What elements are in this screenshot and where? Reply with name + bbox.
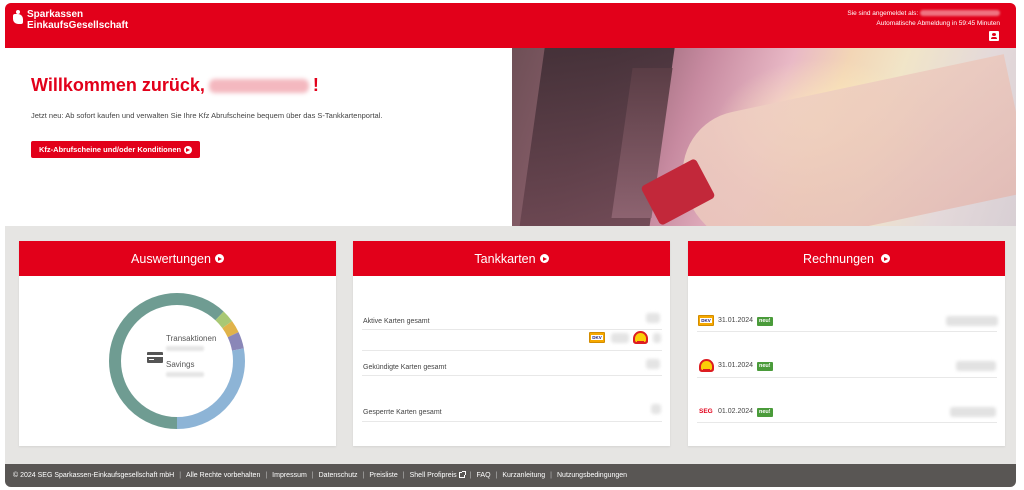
app-frame: Sparkassen EinkaufsGesellschaft Sie sind… xyxy=(5,3,1016,487)
transactions-value-redacted xyxy=(166,346,204,351)
user-icon[interactable] xyxy=(989,31,999,41)
savings-label: Savings xyxy=(166,360,195,369)
circle-arrow-right-icon xyxy=(539,254,549,263)
cancelled-cards-label: Gekündigte Karten gesamt xyxy=(363,364,447,371)
footer-copyright: © 2024 SEG Sparkassen-Einkaufsgesellscha… xyxy=(13,472,175,479)
intro-text: Jetzt neu: Ab sofort kaufen und verwalte… xyxy=(31,111,383,120)
abrufscheine-button[interactable]: Kfz-Abrufscheine und/oder Konditionen xyxy=(31,141,201,158)
dkv-logo: DKV xyxy=(589,332,605,343)
circle-arrow-right-icon xyxy=(214,254,224,263)
footer-link-preisliste[interactable]: Preisliste xyxy=(369,472,397,479)
footer-link-nutzungsbedingungen[interactable]: Nutzungsbedingungen xyxy=(557,472,627,479)
savings-value-redacted xyxy=(166,372,204,377)
rechnungen-header[interactable]: Rechnungen xyxy=(688,241,1005,276)
footer-link-shell-profipreis[interactable]: Shell Profipreis xyxy=(410,471,466,479)
seg-logo: SEG xyxy=(699,408,713,415)
brand-line-2: EinkaufsGesellschaft xyxy=(27,20,129,31)
credit-card-icon xyxy=(147,352,163,363)
welcome-heading: Willkommen zurück,! xyxy=(31,75,319,95)
circle-arrow-right-icon xyxy=(880,254,890,263)
new-badge: neu! xyxy=(757,362,773,371)
top-bar: Sparkassen EinkaufsGesellschaft Sie sind… xyxy=(5,3,1016,48)
invoice-date: 31.01.2024 xyxy=(718,317,754,324)
auswertungen-header[interactable]: Auswertungen xyxy=(19,241,336,276)
footer-link-impressum[interactable]: Impressum xyxy=(272,472,307,479)
footer: © 2024 SEG Sparkassen-Einkaufsgesellscha… xyxy=(5,464,1016,487)
footer-link-datenschutz[interactable]: Datenschutz xyxy=(319,472,358,479)
invoice-amount-redacted xyxy=(956,361,996,371)
sparkassen-s-icon xyxy=(13,10,23,24)
hero-image-fuel-card xyxy=(512,48,1016,226)
circle-arrow-right-icon xyxy=(184,145,193,154)
panel-rechnungen: Rechnungen DKV 31.01.2024 neu! 31.01.202… xyxy=(688,241,1005,446)
sparkassen-logo[interactable]: Sparkassen EinkaufsGesellschaft xyxy=(13,9,128,31)
brand-line-1: Sparkassen xyxy=(27,9,84,20)
new-badge: neu! xyxy=(757,408,773,417)
active-cards-label: Aktive Karten gesamt xyxy=(363,318,430,325)
shell-logo xyxy=(699,359,714,373)
login-info: Sie sind angemeldet als: Automatische Ab… xyxy=(847,9,1000,29)
invoice-amount-redacted xyxy=(950,407,996,417)
external-link-icon xyxy=(458,471,466,479)
tankkarten-header[interactable]: Tankkarten xyxy=(353,241,670,276)
shell-count-redacted xyxy=(653,333,661,343)
blocked-cards-count-redacted xyxy=(651,404,661,414)
hero-section: Willkommen zurück,! Jetzt neu: Ab sofort… xyxy=(5,48,1016,226)
invoice-amount-redacted xyxy=(946,316,998,326)
cancelled-cards-count-redacted xyxy=(646,359,660,369)
dkv-count-redacted xyxy=(611,333,629,343)
auto-logout-text: Automatische Abmeldung in 59:45 Minuten xyxy=(876,20,1000,27)
shell-logo xyxy=(633,331,648,345)
dashboard-panels: Auswertungen Transaktionen Savings Tankk… xyxy=(5,226,1016,464)
username-redacted xyxy=(920,10,1000,17)
footer-link-kurzanleitung[interactable]: Kurzanleitung xyxy=(502,472,545,479)
transactions-label: Transaktionen xyxy=(166,334,217,343)
new-badge: neu! xyxy=(757,317,773,326)
blocked-cards-label: Gesperrte Karten gesamt xyxy=(363,409,442,416)
footer-link-rights[interactable]: Alle Rechte vorbehalten xyxy=(186,472,260,479)
dkv-logo: DKV xyxy=(698,315,714,326)
customer-name-redacted xyxy=(208,79,309,94)
panel-tankkarten: Tankkarten Aktive Karten gesamt DKV Gekü… xyxy=(353,241,670,446)
invoice-date: 01.02.2024 xyxy=(718,408,754,415)
footer-link-faq[interactable]: FAQ xyxy=(477,472,491,479)
panel-auswertungen: Auswertungen Transaktionen Savings xyxy=(19,241,336,446)
logged-in-label: Sie sind angemeldet als: xyxy=(847,10,919,17)
active-cards-count-redacted xyxy=(646,313,660,323)
invoice-date: 31.01.2024 xyxy=(718,362,754,369)
